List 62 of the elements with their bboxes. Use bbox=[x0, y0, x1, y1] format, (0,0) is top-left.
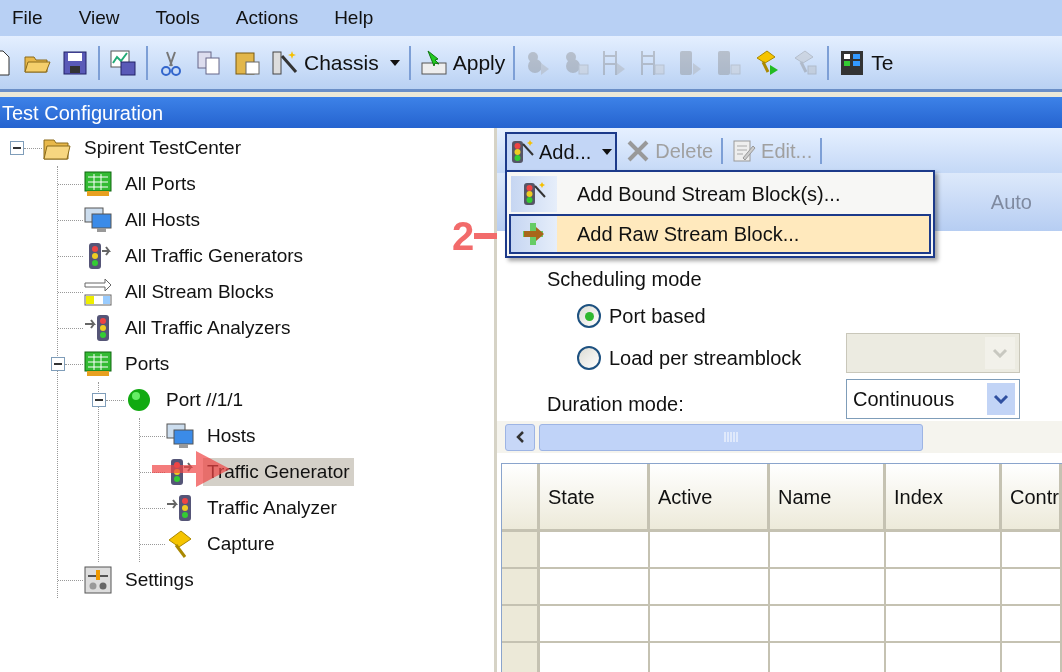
ports-icon bbox=[83, 169, 113, 199]
collapse-toggle[interactable] bbox=[92, 393, 106, 407]
apply-icon bbox=[418, 47, 449, 78]
tree-item[interactable]: All Ports bbox=[121, 169, 200, 199]
column-header[interactable]: Active bbox=[650, 464, 770, 532]
duration-select[interactable]: Continuous bbox=[846, 379, 1020, 419]
radio-label[interactable]: Port based bbox=[609, 301, 706, 331]
tree-item[interactable]: Settings bbox=[121, 565, 198, 595]
row-header[interactable] bbox=[502, 532, 540, 569]
ports-icon bbox=[83, 349, 113, 379]
chassis-dropdown[interactable]: Chassis bbox=[270, 46, 401, 79]
column-header[interactable]: Contr bbox=[1002, 464, 1062, 532]
menu-item[interactable]: Add Raw Stream Block... bbox=[509, 214, 931, 254]
table-cell bbox=[1002, 606, 1062, 643]
add-button[interactable]: Add... bbox=[505, 131, 618, 170]
column-header[interactable]: Index bbox=[886, 464, 1002, 532]
radio-button[interactable] bbox=[577, 304, 601, 328]
tree-item[interactable]: All Traffic Analyzers bbox=[121, 313, 295, 343]
edit-icon bbox=[731, 137, 758, 164]
menu-item[interactable]: View bbox=[78, 3, 120, 33]
scrollbar-thumb[interactable] bbox=[539, 423, 923, 451]
menu-item[interactable]: File bbox=[12, 3, 43, 33]
chevron-down-icon bbox=[993, 394, 1009, 404]
streams-icon bbox=[83, 277, 113, 307]
apply-button[interactable]: Apply bbox=[418, 46, 506, 79]
column-header[interactable]: State bbox=[540, 464, 650, 532]
menu-item[interactable]: Add Bound Stream Block(s)... bbox=[509, 174, 931, 214]
menu-item[interactable]: Help bbox=[334, 3, 374, 33]
add-icon bbox=[509, 138, 535, 165]
tree-item[interactable]: Hosts bbox=[203, 421, 260, 451]
collapse-toggle[interactable] bbox=[51, 357, 65, 371]
caret-icon bbox=[601, 147, 614, 156]
tree-item[interactable]: All Traffic Generators bbox=[121, 241, 308, 271]
radio-label[interactable]: Load per streamblock bbox=[609, 343, 802, 373]
tree-item[interactable]: Traffic Analyzer bbox=[203, 493, 341, 523]
tree-item[interactable]: Ports bbox=[121, 349, 174, 379]
collapse-toggle[interactable] bbox=[10, 141, 24, 155]
tree-item[interactable]: Port //1/1 bbox=[162, 385, 248, 415]
row-header[interactable] bbox=[502, 606, 540, 643]
section-label: Duration mode: bbox=[547, 392, 685, 417]
menu-item[interactable]: Tools bbox=[155, 3, 200, 33]
chart-icon[interactable] bbox=[108, 47, 138, 78]
menu-item[interactable]: Actions bbox=[235, 3, 299, 33]
row-header[interactable] bbox=[502, 643, 540, 672]
tree-item[interactable]: Traffic Generator bbox=[203, 457, 354, 487]
tree-item[interactable]: All Stream Blocks bbox=[121, 277, 278, 307]
table-cell bbox=[1002, 569, 1062, 606]
chevron-left-icon bbox=[515, 430, 525, 444]
table-cell bbox=[1002, 532, 1062, 569]
panel-title: Test Configuration bbox=[1, 100, 164, 126]
traffic-light-icon bbox=[521, 181, 547, 207]
column-header[interactable]: Name bbox=[770, 464, 886, 532]
row-header[interactable] bbox=[502, 569, 540, 606]
radio-button[interactable] bbox=[577, 346, 601, 370]
chevron-down-icon bbox=[992, 348, 1008, 358]
scroll-left-button[interactable] bbox=[505, 423, 535, 451]
caret-icon bbox=[388, 58, 401, 67]
tree-item[interactable]: Spirent TestCenter bbox=[80, 133, 245, 163]
results-button[interactable]: Te bbox=[837, 46, 894, 79]
section-label: Scheduling mode bbox=[547, 267, 703, 291]
tree-item[interactable]: All Hosts bbox=[121, 205, 204, 235]
tree-item[interactable]: Capture bbox=[203, 529, 279, 559]
